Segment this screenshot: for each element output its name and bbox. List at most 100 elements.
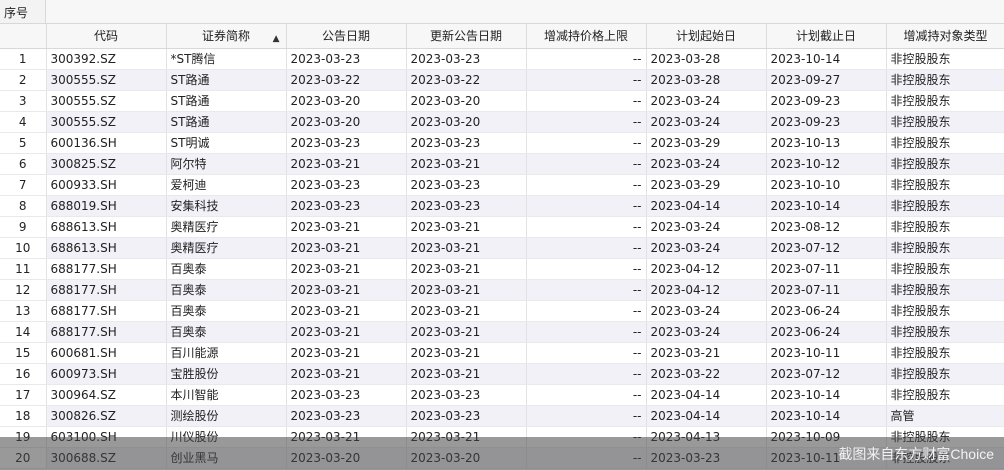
cell-code: 300392.SZ (46, 48, 167, 70)
row-index: 3 (0, 90, 47, 112)
table-row[interactable]: 12 688177.SH 百奥泰 2023-03-21 2023-03-21 -- 2023… (0, 279, 1004, 301)
cell-holder-type: 非控股股东 (886, 363, 1004, 385)
table-row[interactable]: 16 600973.SH 宝胜股份 2023-03-21 2023-03-21 -- 202… (0, 363, 1004, 385)
watermark: 截图来自东方财富Choice (838, 446, 994, 462)
table-top-strip (46, 0, 1004, 24)
cell-name: 百奥泰 (166, 300, 287, 322)
row-index: 13 (0, 300, 47, 322)
table-row[interactable]: 13 688177.SH 百奥泰 2023-03-21 2023-03-21 -- 2023… (0, 300, 1004, 322)
cell-price-cap: -- (526, 174, 647, 196)
cell-plan-start: 2023-03-24 (646, 321, 767, 343)
cell-holder-type: 非控股股东 (886, 384, 1004, 406)
cell-plan-start: 2023-03-24 (646, 237, 767, 259)
cell-name: 奥精医疗 (166, 216, 287, 238)
table-row[interactable]: 14 688177.SH 百奥泰 2023-03-21 2023-03-21 -- 2023… (0, 321, 1004, 343)
cell-announce-date: 2023-03-21 (286, 258, 407, 280)
cell-plan-start: 2023-03-29 (646, 174, 767, 196)
row-index: 9 (0, 216, 47, 238)
cell-plan-end: 2023-10-10 (766, 174, 887, 196)
table-row[interactable]: 4 300555.SZ ST路通 2023-03-20 2023-03-20 -- 2023… (0, 111, 1004, 133)
cell-code: 688177.SH (46, 321, 167, 343)
cell-code: 300555.SZ (46, 111, 167, 133)
cell-price-cap: -- (526, 300, 647, 322)
cell-announce-date: 2023-03-21 (286, 363, 407, 385)
table-row[interactable]: 11 688177.SH 百奥泰 2023-03-21 2023-03-21 -- 2023… (0, 258, 1004, 280)
cell-plan-end: 2023-10-14 (766, 48, 887, 70)
table-row[interactable]: 2 300555.SZ ST路通 2023-03-22 2023-03-22 -- 2023… (0, 69, 1004, 91)
row-index: 1 (0, 48, 47, 70)
cell-update-date: 2023-03-21 (406, 321, 527, 343)
cell-announce-date: 2023-03-20 (286, 90, 407, 112)
table-row[interactable]: 17 300964.SZ 本川智能 2023-03-23 2023-03-23 -- 202… (0, 384, 1004, 406)
cell-price-cap: -- (526, 405, 647, 427)
row-index: 5 (0, 132, 47, 154)
col-header-plan-start[interactable]: 计划起始日 (646, 24, 767, 49)
table-row[interactable]: 8 688019.SH 安集科技 2023-03-23 2023-03-23 -- 2023… (0, 195, 1004, 217)
cell-update-date: 2023-03-21 (406, 426, 527, 448)
table-row[interactable]: 9 688613.SH 奥精医疗 2023-03-21 2023-03-21 -- 2023… (0, 216, 1004, 238)
cell-announce-date: 2023-03-21 (286, 216, 407, 238)
cell-plan-start: 2023-03-23 (646, 447, 767, 469)
cell-plan-start: 2023-03-28 (646, 48, 767, 70)
cell-holder-type: 非控股股东 (886, 48, 1004, 70)
col-header-plan-end[interactable]: 计划截止日 (766, 24, 887, 49)
cell-code: 300826.SZ (46, 405, 167, 427)
cell-holder-type: 非控股股东 (886, 279, 1004, 301)
row-index: 11 (0, 258, 47, 280)
cell-update-date: 2023-03-22 (406, 69, 527, 91)
cell-plan-start: 2023-04-14 (646, 195, 767, 217)
row-index: 12 (0, 279, 47, 301)
table-row[interactable]: 6 300825.SZ 阿尔特 2023-03-21 2023-03-21 -- 2023-… (0, 153, 1004, 175)
table-row[interactable]: 15 600681.SH 百川能源 2023-03-21 2023-03-21 -- 202… (0, 342, 1004, 364)
cell-name: 宝胜股份 (166, 363, 287, 385)
cell-name: 爱柯迪 (166, 174, 287, 196)
table-row[interactable]: 7 600933.SH 爱柯迪 2023-03-23 2023-03-23 -- 2023-… (0, 174, 1004, 196)
cell-update-date: 2023-03-21 (406, 216, 527, 238)
col-header-name[interactable]: 证券简称 ▲ (166, 24, 287, 49)
cell-holder-type: 非控股股东 (886, 321, 1004, 343)
row-index: 15 (0, 342, 47, 364)
table-row[interactable]: 10 688613.SH 奥精医疗 2023-03-21 2023-03-21 -- 202… (0, 237, 1004, 259)
cell-price-cap: -- (526, 279, 647, 301)
cell-plan-start: 2023-03-24 (646, 216, 767, 238)
cell-update-date: 2023-03-21 (406, 363, 527, 385)
cell-holder-type: 非控股股东 (886, 216, 1004, 238)
row-index: 17 (0, 384, 47, 406)
cell-price-cap: -- (526, 69, 647, 91)
cell-update-date: 2023-03-23 (406, 405, 527, 427)
cell-update-date: 2023-03-23 (406, 195, 527, 217)
cell-code: 300688.SZ (46, 447, 167, 469)
cell-price-cap: -- (526, 111, 647, 133)
col-header-announce-date[interactable]: 公告日期 (286, 24, 407, 49)
cell-holder-type: 非控股股东 (886, 195, 1004, 217)
cell-code: 688613.SH (46, 237, 167, 259)
col-header-holder-type[interactable]: 增减持对象类型 (886, 24, 1004, 49)
table-row[interactable]: 3 300555.SZ ST路通 2023-03-20 2023-03-20 -- 2023… (0, 90, 1004, 112)
table-row[interactable]: 5 600136.SH ST明诚 2023-03-23 2023-03-23 -- 2023… (0, 132, 1004, 154)
col-header-price-cap[interactable]: 增减持价格上限 (526, 24, 647, 49)
cell-name: 安集科技 (166, 195, 287, 217)
table-row[interactable]: 1 300392.SZ *ST腾信 2023-03-23 2023-03-23 -- 202… (0, 48, 1004, 70)
row-index: 2 (0, 69, 47, 91)
cell-name: ST路通 (166, 90, 287, 112)
cell-code: 600933.SH (46, 174, 167, 196)
cell-price-cap: -- (526, 48, 647, 70)
cell-plan-end: 2023-08-12 (766, 216, 887, 238)
cell-announce-date: 2023-03-23 (286, 384, 407, 406)
cell-plan-start: 2023-03-28 (646, 69, 767, 91)
cell-holder-type: 高管 (886, 405, 1004, 427)
cell-code: 688177.SH (46, 300, 167, 322)
cell-price-cap: -- (526, 195, 647, 217)
row-index: 6 (0, 153, 47, 175)
cell-price-cap: -- (526, 132, 647, 154)
cell-plan-end: 2023-07-11 (766, 279, 887, 301)
cell-price-cap: -- (526, 342, 647, 364)
cell-announce-date: 2023-03-21 (286, 342, 407, 364)
table-row[interactable]: 18 300826.SZ 测绘股份 2023-03-23 2023-03-23 -- 202… (0, 405, 1004, 427)
cell-update-date: 2023-03-21 (406, 300, 527, 322)
col-header-update-date[interactable]: 更新公告日期 (406, 24, 527, 49)
col-header-code[interactable]: 代码 (46, 24, 167, 49)
cell-holder-type: 非控股股东 (886, 342, 1004, 364)
cell-price-cap: -- (526, 90, 647, 112)
cell-announce-date: 2023-03-23 (286, 132, 407, 154)
